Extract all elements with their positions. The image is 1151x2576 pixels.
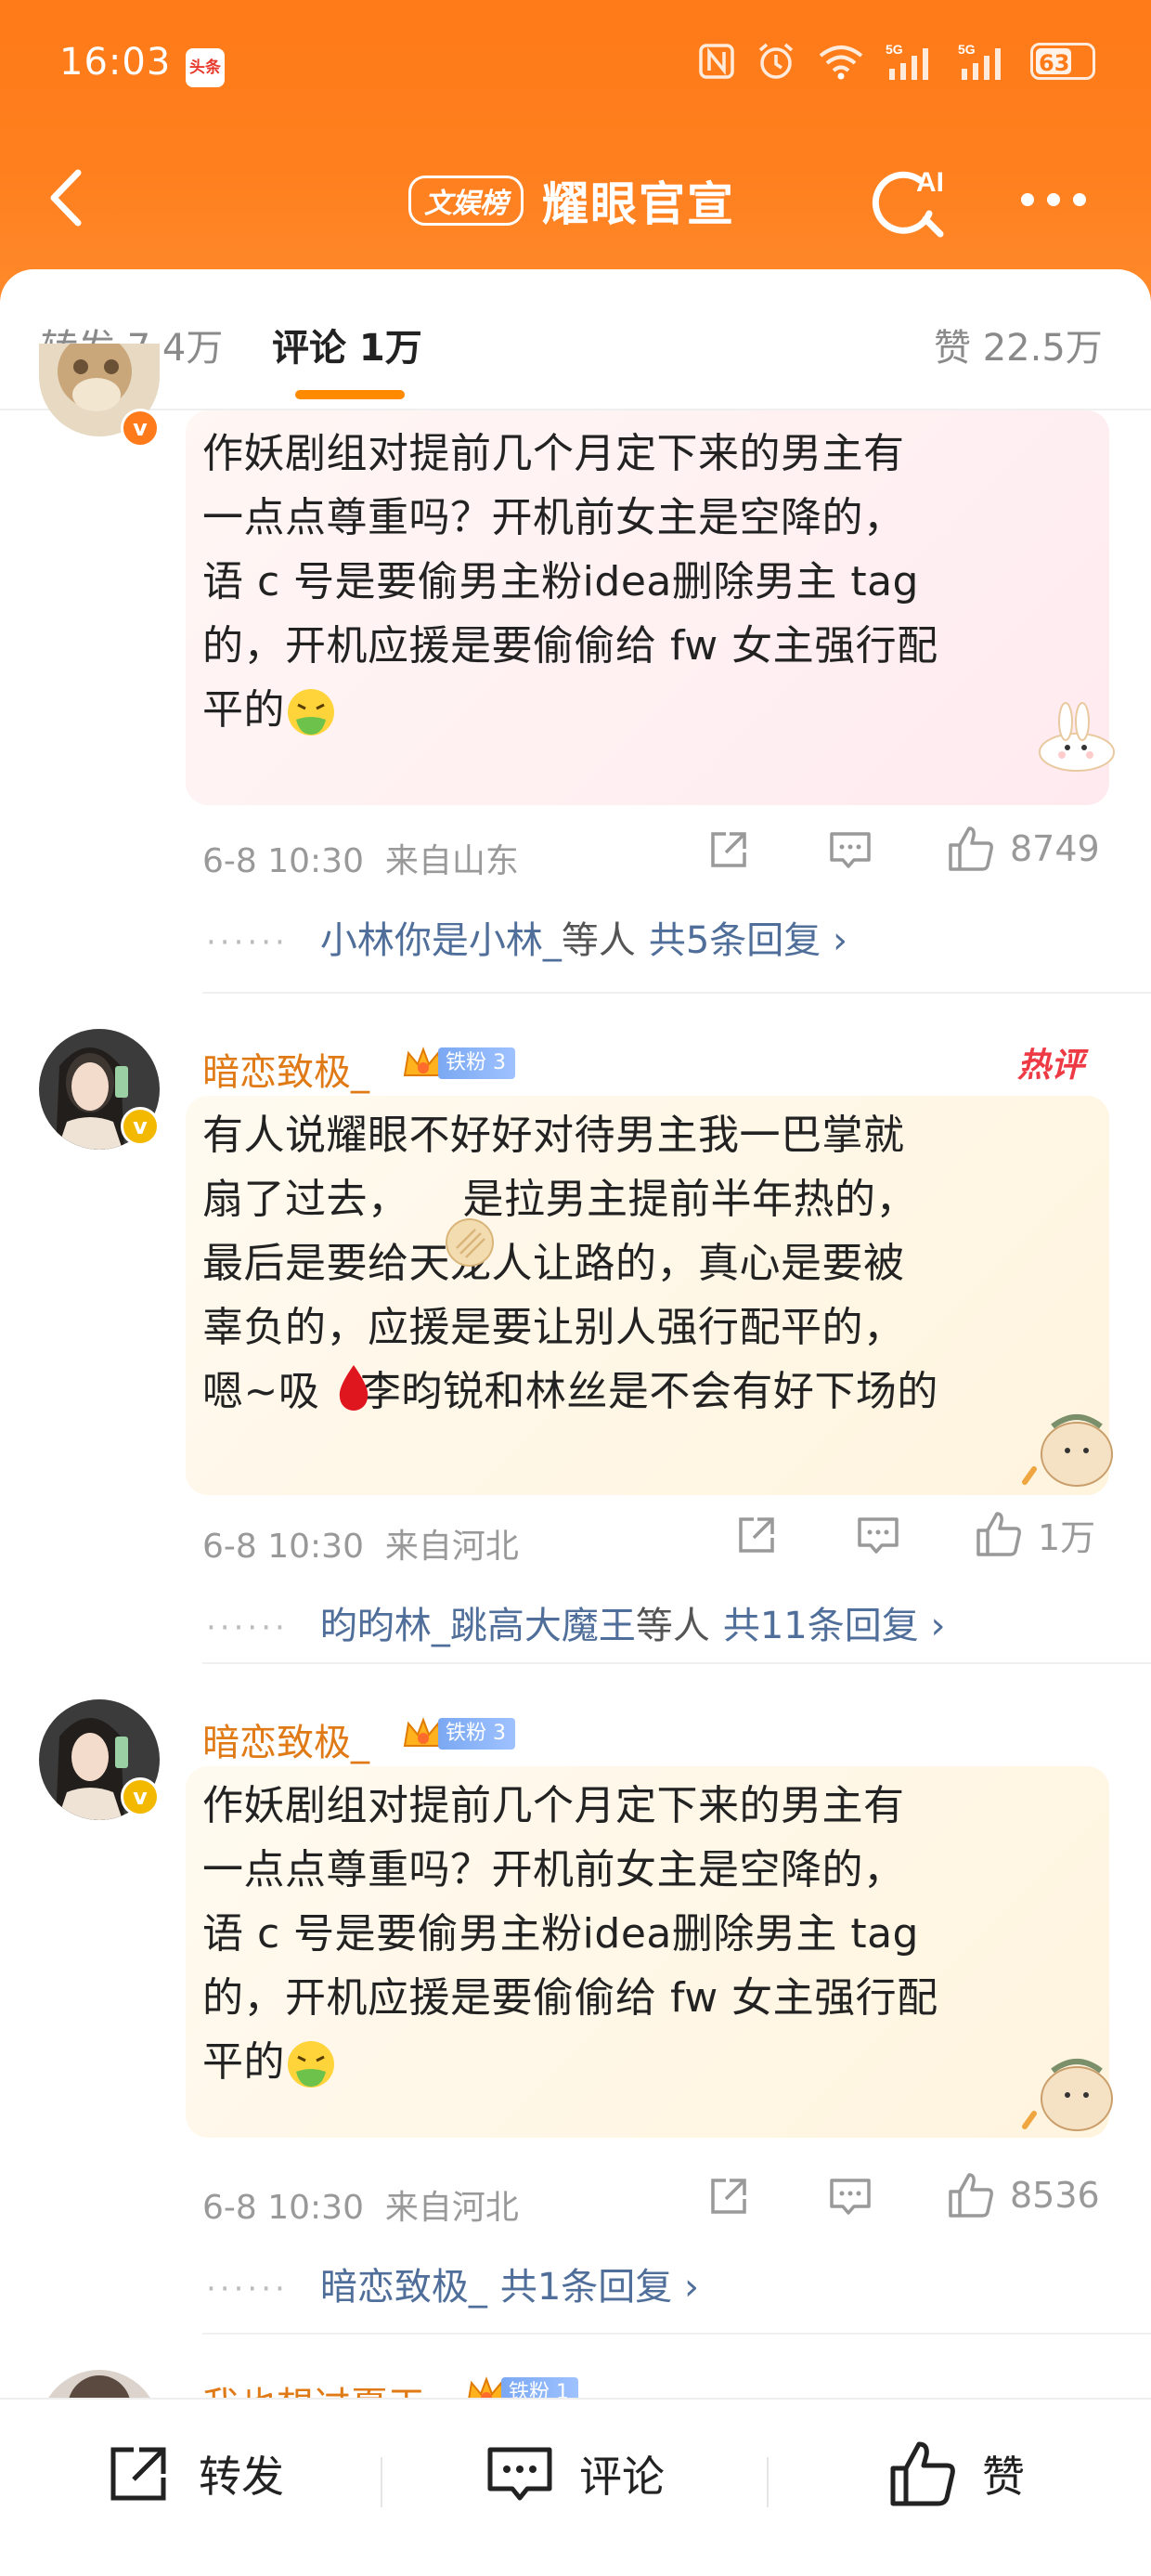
fan-level-badge: 铁粉 3 xyxy=(401,1716,515,1751)
separator xyxy=(381,2457,382,2507)
like-count: 8536 xyxy=(1010,2175,1100,2216)
fan-level-badge: 铁粉 3 xyxy=(401,1046,515,1081)
status-icons: 5G 5G 63 xyxy=(698,41,1095,82)
nav-title-group: 文娱榜 耀眼官宣 xyxy=(408,167,735,234)
like-label: 赞 xyxy=(982,2452,1025,2502)
share-icon xyxy=(110,2447,166,2501)
reply-count-link[interactable]: 共1条回复 › xyxy=(500,2266,699,2309)
share-icon xyxy=(711,832,746,867)
comment-time: 6-8 10:30 xyxy=(202,2189,364,2227)
status-time: 16:03 xyxy=(59,41,172,84)
reply-author[interactable]: 小林你是小林_ xyxy=(320,919,562,962)
share-button[interactable] xyxy=(705,826,752,873)
reply-button[interactable] xyxy=(826,2173,874,2219)
comment-time: 6-8 10:30 xyxy=(202,842,364,880)
comment-text: 作妖剧组对提前几个月定下来的男主有 一点点尊重吗？开机前女主是空降的， 语 c … xyxy=(202,1774,1093,2094)
nauseated-emoji-icon xyxy=(288,689,334,735)
alarm-icon xyxy=(758,43,794,79)
comment-button[interactable]: 评论 xyxy=(483,2437,665,2511)
ai-search-icon[interactable]: AI xyxy=(868,160,951,243)
comment-meta: 6-8 10:30 来自山东 xyxy=(202,834,519,882)
reply-author[interactable]: 暗恋致极_ xyxy=(320,2266,487,2309)
like-post-button[interactable]: 赞 xyxy=(886,2437,1025,2511)
page-title: 耀眼官宣 xyxy=(542,177,735,231)
nfc-icon xyxy=(699,44,734,79)
wifi-icon xyxy=(819,46,863,80)
more-options-icon[interactable] xyxy=(1021,193,1086,206)
rice-cracker-emoji-icon xyxy=(446,1218,494,1267)
comment-location: 来自山东 xyxy=(384,842,519,880)
replies-preview[interactable]: ······ 小林你是小林_等人 共5条回复 › xyxy=(206,910,847,964)
comment-item: v 暗恋致极_ 铁粉 3 作妖剧组对提前几个月定下来的男主有 一点点尊重吗？开机… xyxy=(0,1699,1151,2349)
comment-divider xyxy=(202,2333,1151,2335)
reply-author[interactable]: 昀昀林_跳高大魔王 xyxy=(320,1605,636,1647)
bottom-action-bar: 转发 评论 赞 xyxy=(0,2398,1151,2576)
entertainment-list-badge[interactable]: 文娱榜 xyxy=(408,176,524,226)
comment-item: v 暗恋致极_ 铁粉 3 热评 有人说耀眼不好好对待男主我一巴掌就 扇了过去， … xyxy=(0,1029,1151,1688)
comment-location: 来自河北 xyxy=(384,2189,519,2227)
fan-level-label: 铁粉 3 xyxy=(438,1718,515,1750)
reply-suffix: 等人 xyxy=(635,1605,710,1647)
back-arrow-icon[interactable] xyxy=(41,165,97,230)
status-bar: 16:03 头条 5G 5G 63 xyxy=(0,0,1151,130)
replies-preview[interactable]: ······ 暗恋致极_ 共1条回复 › xyxy=(206,2257,699,2310)
battery-level: 63 xyxy=(1039,50,1070,76)
comment-location: 来自河北 xyxy=(384,1528,519,1566)
like-button[interactable]: 8536 xyxy=(945,2169,1100,2221)
repost-label: 转发 xyxy=(199,2452,284,2502)
like-count: 1万 xyxy=(1038,1516,1096,1558)
svg-text:AI: AI xyxy=(916,167,944,198)
verified-badge: v xyxy=(121,1107,160,1146)
cartoon-bear-sticker-icon xyxy=(1022,1414,1113,1487)
comment-time: 6-8 10:30 xyxy=(202,1528,364,1566)
comment-icon xyxy=(830,2179,871,2215)
toutiao-app-icon: 头条 xyxy=(186,48,225,87)
fan-level-label: 铁粉 3 xyxy=(438,1047,515,1079)
comment-label: 评论 xyxy=(579,2452,665,2502)
reply-button[interactable] xyxy=(826,826,874,873)
comment-divider xyxy=(202,992,1151,994)
comment-item: v 作妖剧组对提前几个月定下来的男主有 一点点尊重吗？开机前女主是空降的， 语 … xyxy=(0,232,1151,962)
comment-icon xyxy=(858,1517,899,1554)
share-button[interactable] xyxy=(733,1512,780,1558)
replies-preview[interactable]: ······ 昀昀林_跳高大魔王等人 共11条回复 › xyxy=(206,1595,945,1649)
svg-text:5G: 5G xyxy=(886,42,903,57)
svg-text:5G: 5G xyxy=(958,42,976,57)
share-icon xyxy=(711,2179,746,2214)
cartoon-bear-sticker-icon xyxy=(1022,2059,1113,2131)
comment-icon xyxy=(487,2447,552,2501)
comment-meta: 6-8 10:30 来自河北 xyxy=(202,1519,519,1568)
share-button[interactable] xyxy=(705,2173,752,2219)
comment-text: 作妖剧组对提前几个月定下来的男主有 一点点尊重吗？开机前女主是空降的， 语 c … xyxy=(202,422,1093,742)
verified-badge: v xyxy=(121,409,160,448)
comment-divider xyxy=(202,1662,1151,1664)
comment-meta: 6-8 10:30 来自河北 xyxy=(202,2180,519,2229)
battery-icon: 63 xyxy=(1030,43,1095,80)
username[interactable]: 暗恋致极_ xyxy=(202,1712,369,1766)
signal-5g-icon-2: 5G xyxy=(958,42,1001,80)
signal-5g-icon: 5G xyxy=(886,42,928,80)
comments-card: 转发 7.4万 评论 1万 赞 22.5万 v 作妖剧组对提前几个月定下来的男主… xyxy=(0,269,1151,2574)
separator xyxy=(767,2457,769,2507)
thumbs-up-icon xyxy=(949,2173,993,2218)
thumbs-up-icon xyxy=(890,2441,955,2506)
comment-icon xyxy=(830,832,871,868)
thumbs-up-icon xyxy=(949,826,993,871)
reply-suffix: 等人 xyxy=(561,919,636,962)
bunny-sticker-icon xyxy=(1039,702,1115,772)
reply-button[interactable] xyxy=(854,1512,902,1558)
nauseated-emoji-icon xyxy=(288,2041,334,2088)
share-icon xyxy=(739,1517,774,1553)
blood-drop-emoji-icon xyxy=(339,1365,369,1411)
like-button[interactable]: 8749 xyxy=(945,823,1100,875)
repost-button[interactable]: 转发 xyxy=(102,2437,284,2511)
reply-count-link[interactable]: 共11条回复 › xyxy=(723,1605,946,1647)
verified-badge: v xyxy=(121,1777,160,1816)
like-button[interactable]: 1万 xyxy=(973,1508,1095,1560)
reply-count-link[interactable]: 共5条回复 › xyxy=(649,919,847,962)
username[interactable]: 暗恋致极_ xyxy=(202,1042,369,1096)
thumbs-up-icon xyxy=(976,1512,1021,1556)
like-count: 8749 xyxy=(1010,828,1100,869)
hot-comment-badge: 热评 xyxy=(1017,1047,1085,1085)
